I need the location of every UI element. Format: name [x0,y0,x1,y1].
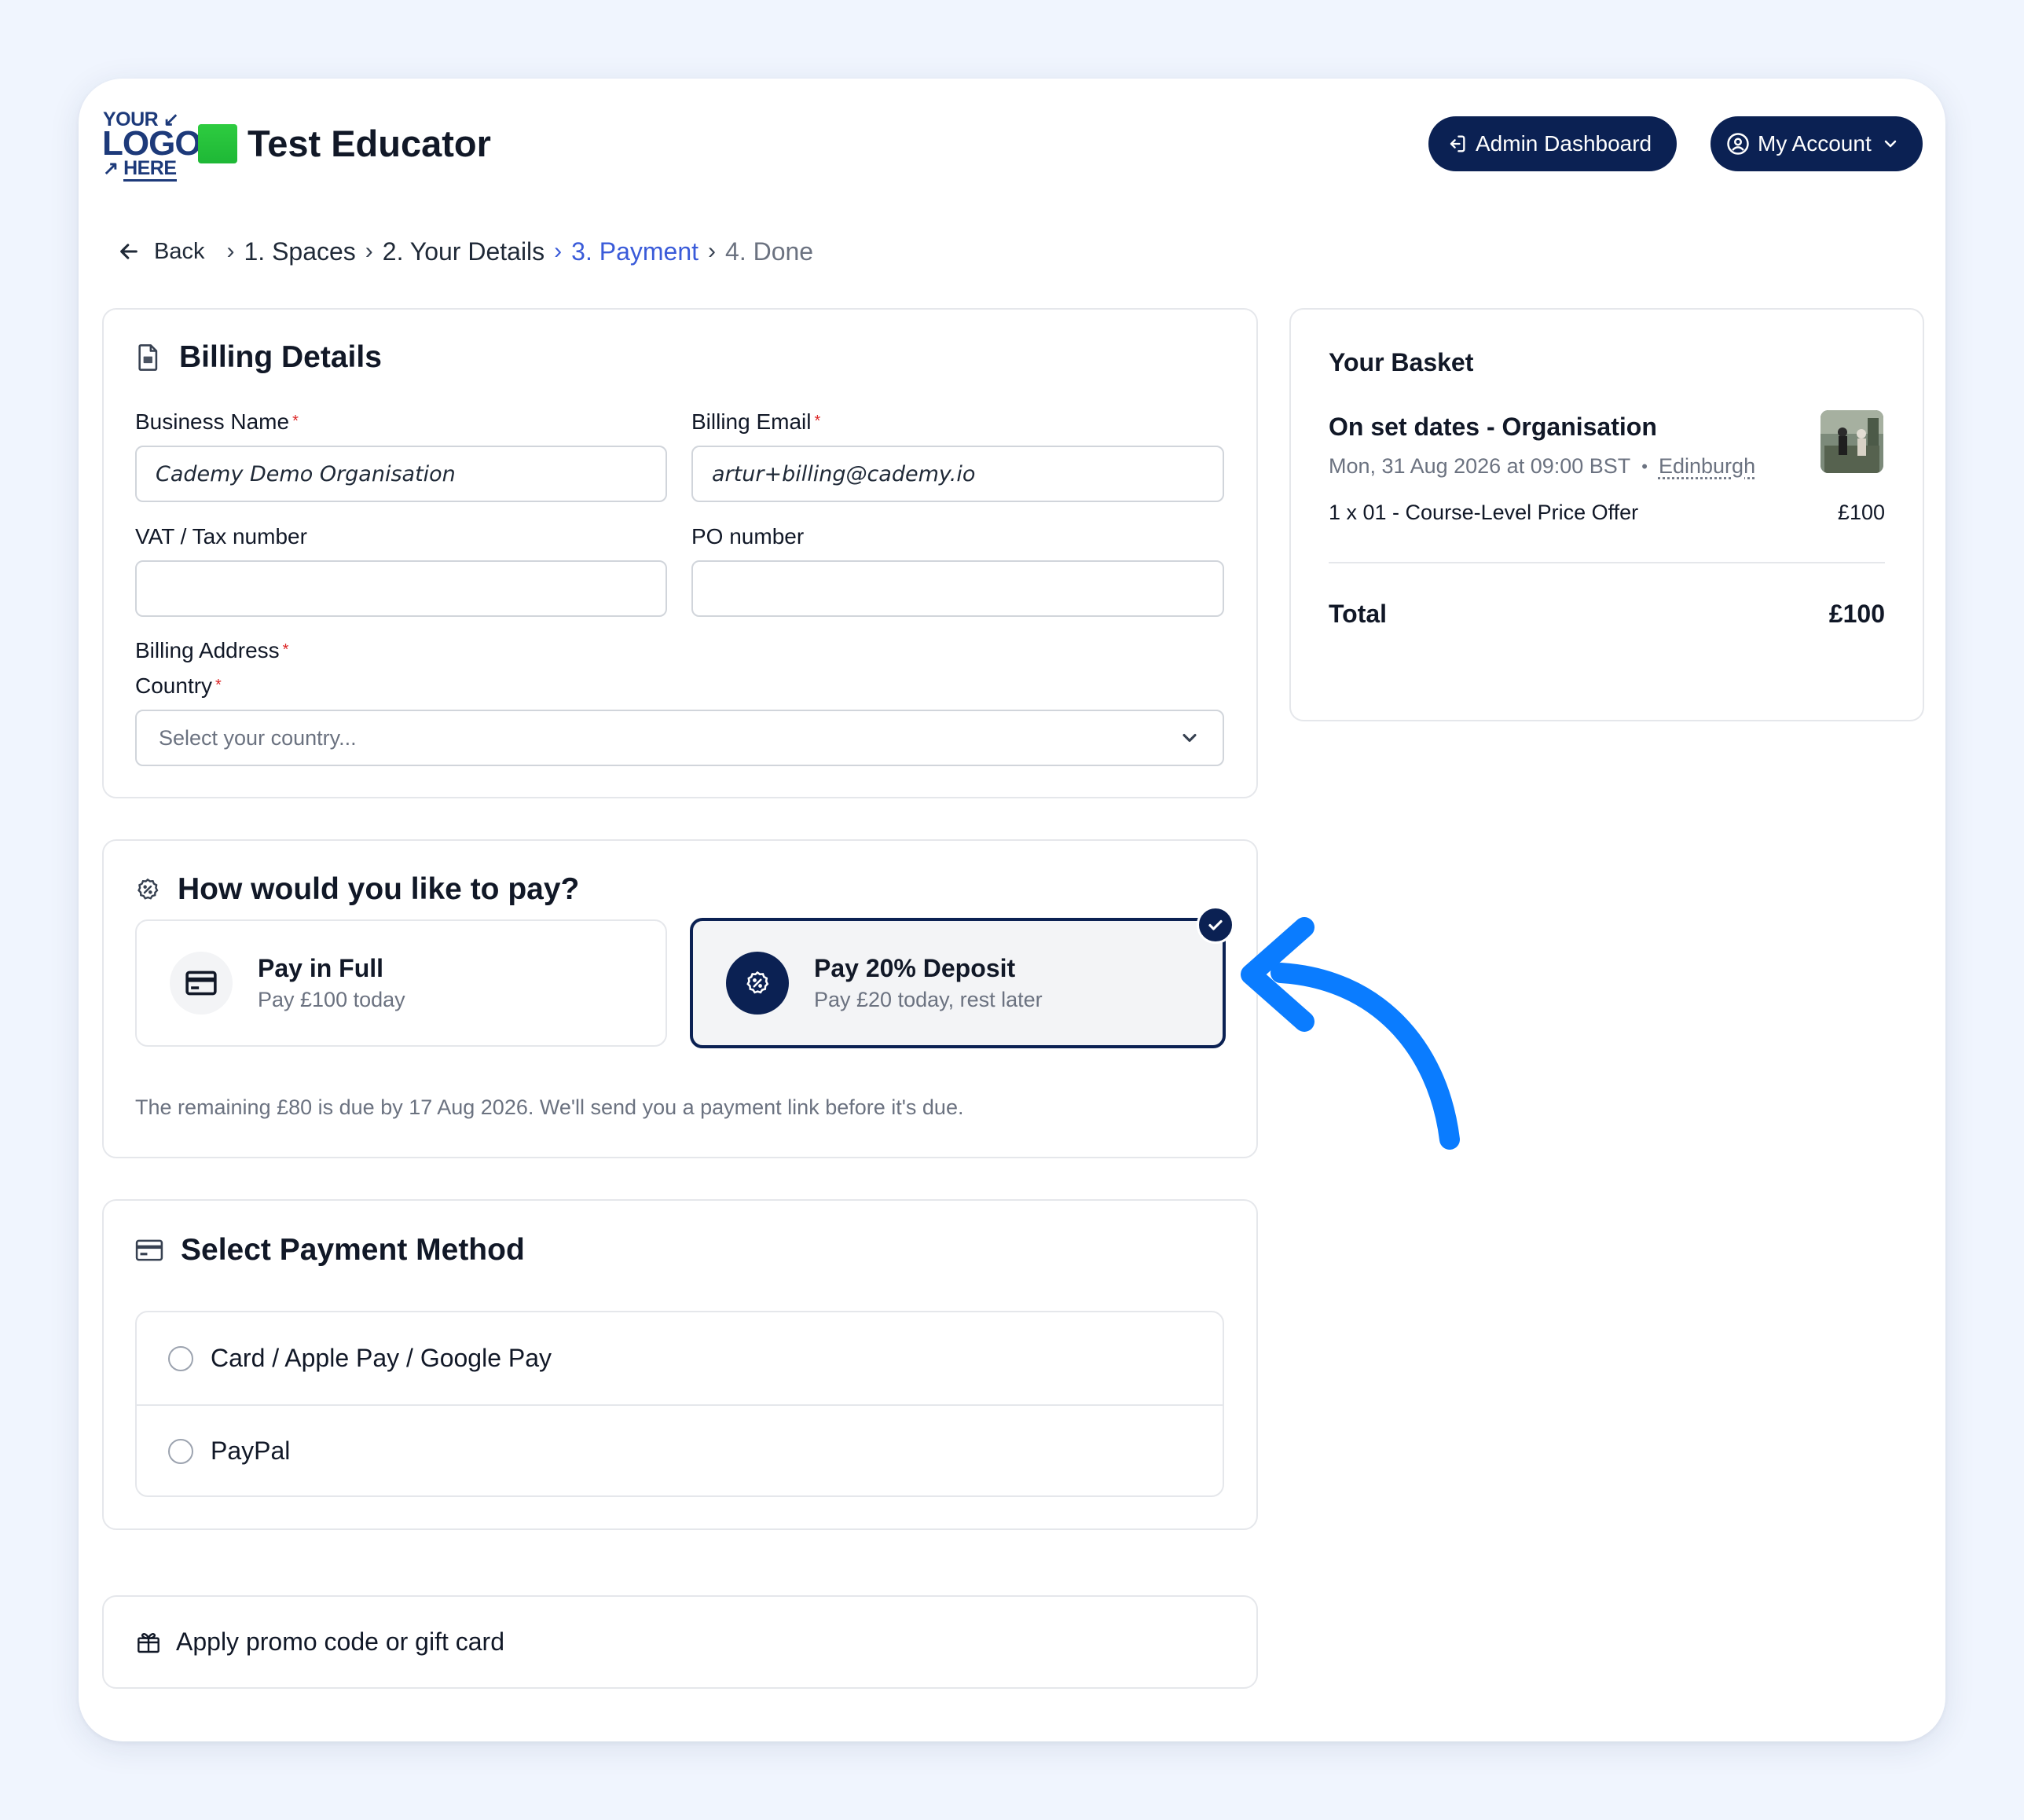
po-label: PO number [691,524,805,549]
user-circle-icon [1727,133,1749,155]
basket-total-value: £100 [1828,600,1885,628]
pay-deposit-subtitle: Pay £20 today, rest later [814,988,1043,1011]
country-label: Country * [135,673,222,698]
brand-logo[interactable]: YOUR ↙ LOGO ↗ HERE [102,107,202,182]
billing-email-input[interactable]: artur+billing@cademy.io [691,446,1224,502]
admin-dashboard-label: Admin Dashboard [1476,131,1652,156]
chevron-down-icon [1884,140,1896,148]
payment-method-label: PayPal [211,1437,291,1465]
radio-button[interactable] [168,1438,193,1464]
billing-details-title: Billing Details [135,340,382,375]
pay-in-full-title: Pay in Full [258,954,384,982]
payment-plan-title: How would you like to pay? [135,872,579,907]
breadcrumb-separator: › [708,238,717,264]
pay-in-full-subtitle: Pay £100 today [258,988,405,1011]
basket-item-title[interactable]: On set dates - Organisation [1329,413,1657,442]
business-name-label: Business Name * [135,409,299,434]
business-name-input[interactable]: Cademy Demo Organisation [135,446,667,502]
breadcrumb-step-done: 4. Done [725,237,814,266]
annotation-arrow-icon [1241,917,1460,1150]
admin-dashboard-button[interactable]: Admin Dashboard [1428,116,1677,171]
breadcrumb-separator: › [226,238,235,264]
breadcrumb: Back › 1. Spaces › 2. Your Details › 3. … [118,234,823,269]
vat-label: VAT / Tax number [135,524,307,549]
my-account-button[interactable]: My Account [1710,116,1923,171]
promo-code-button[interactable]: Apply promo code or gift card [102,1595,1258,1689]
basket-item-location-link[interactable]: Edinburgh [1659,454,1755,479]
vat-input[interactable] [135,560,667,617]
promo-code-label: Apply promo code or gift card [176,1627,504,1656]
event-thumbnail-image [1820,410,1883,473]
basket-divider [1329,562,1885,563]
basket-line-price: £100 [1837,501,1885,524]
radio-button[interactable] [168,1345,193,1371]
percent-badge-icon [726,952,789,1015]
chevron-down-icon [1182,733,1197,743]
breadcrumb-step-spaces[interactable]: 1. Spaces [244,237,355,266]
po-input[interactable] [691,560,1224,617]
payment-method-label: Card / Apple Pay / Google Pay [211,1344,552,1372]
credit-card-icon [135,1239,163,1261]
basket-item-date: Mon, 31 Aug 2026 at 09:00 BST [1329,454,1631,478]
breadcrumb-step-details[interactable]: 2. Your Details [383,237,544,266]
payment-method-list: Card / Apple Pay / Google Pay PayPal [135,1311,1224,1497]
basket-line-description: 1 x 01 - Course-Level Price Offer [1329,501,1639,524]
country-select[interactable]: Select your country... [135,710,1224,766]
gift-icon [135,1630,162,1655]
pay-in-full-option[interactable]: Pay in Full Pay £100 today [135,919,667,1047]
payment-method-card-option[interactable]: Card / Apple Pay / Google Pay [137,1312,1223,1404]
payment-method-paypal-option[interactable]: PayPal [137,1404,1223,1495]
basket-item-meta: Mon, 31 Aug 2026 at 09:00 BST • Edinburg… [1329,454,1755,479]
breadcrumb-separator: › [365,238,373,264]
breadcrumb-separator: › [554,238,563,264]
percent-badge-icon [135,877,160,902]
bullet-separator: • [1641,456,1648,476]
my-account-label: My Account [1758,131,1872,156]
arrow-left-icon [120,244,138,259]
country-placeholder: Select your country... [159,725,357,750]
site-title: Test Educator [248,123,491,164]
sign-in-icon [1450,135,1465,152]
basket-title: Your Basket [1329,348,1474,376]
pay-deposit-title: Pay 20% Deposit [814,954,1016,982]
back-button[interactable]: Back [118,239,204,265]
deposit-note: The remaining £80 is due by 17 Aug 2026.… [135,1095,964,1119]
billing-address-label: Billing Address * [135,638,289,662]
credit-card-icon [170,952,233,1015]
pay-deposit-option[interactable]: Pay 20% Deposit Pay £20 today, rest late… [690,918,1226,1048]
payment-method-title: Select Payment Method [135,1233,525,1268]
green-square-icon [198,124,237,163]
document-icon [135,343,162,372]
billing-email-label: Billing Email * [691,409,821,434]
basket-total-label: Total [1329,600,1388,628]
breadcrumb-step-payment: 3. Payment [571,237,699,266]
